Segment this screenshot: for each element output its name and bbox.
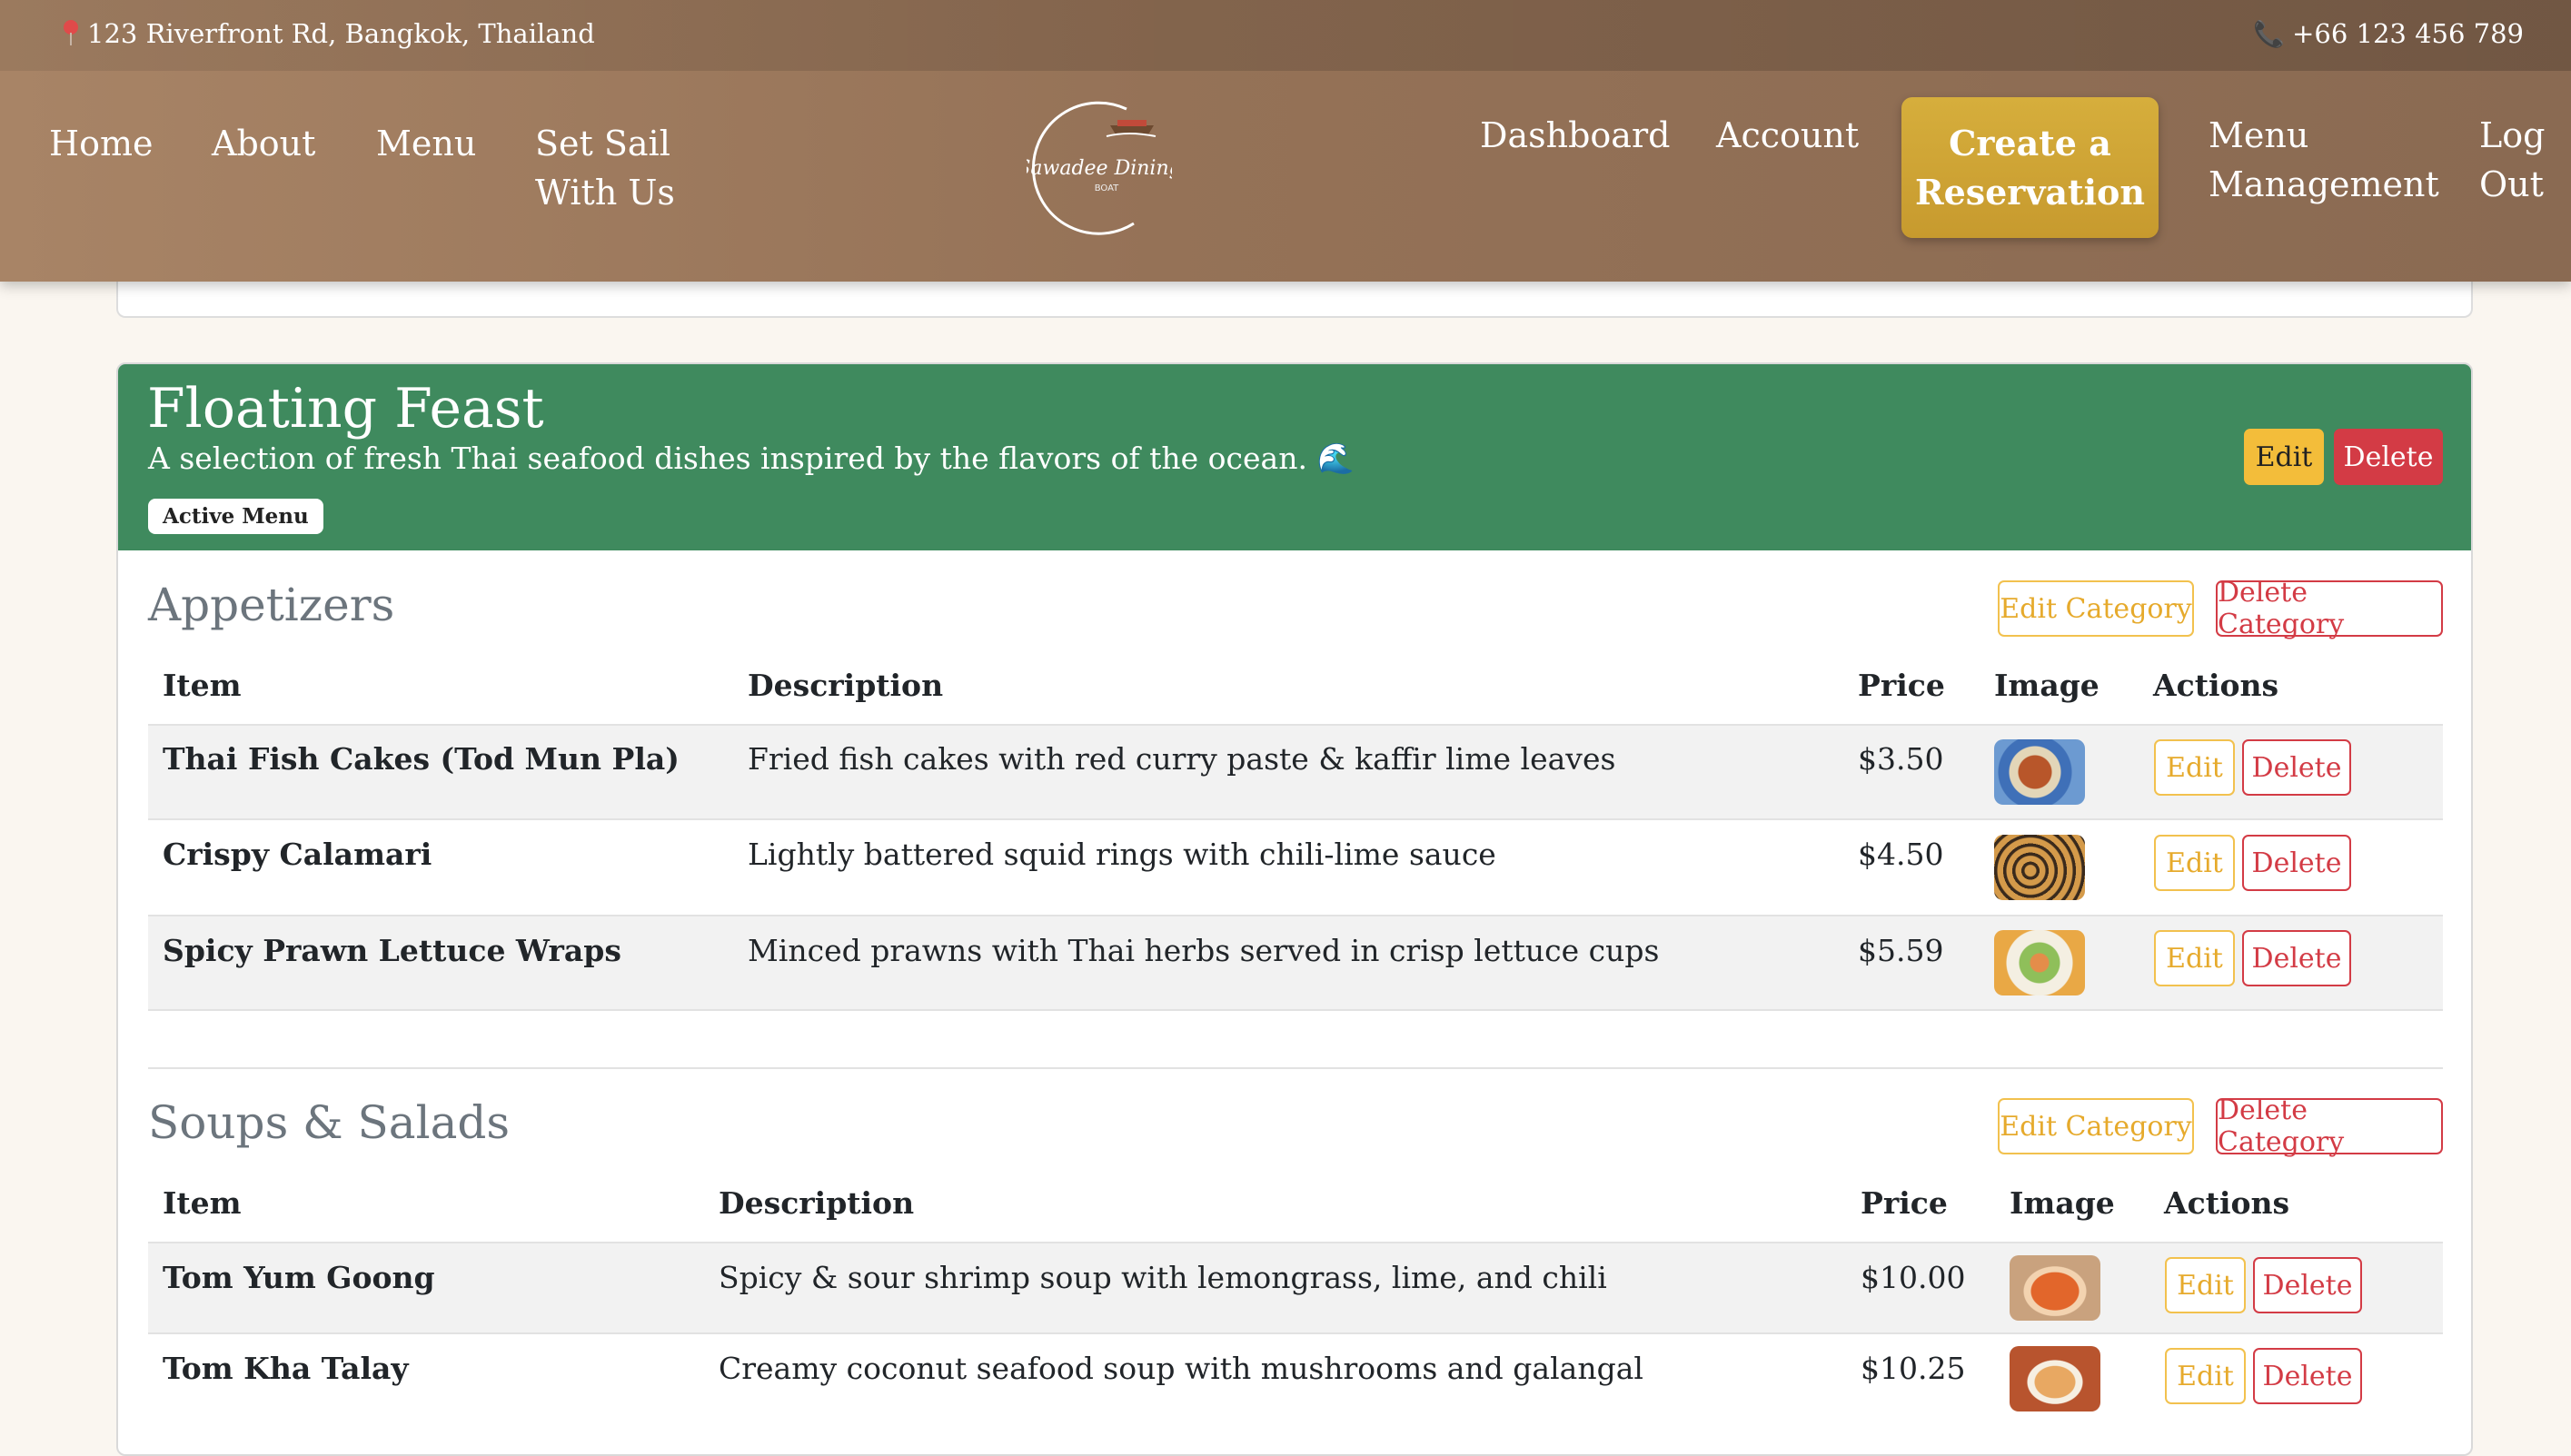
logo-text: Sawadee Dining (1027, 157, 1172, 180)
item-image (1994, 739, 2085, 805)
column-header-item: Item (163, 1185, 242, 1221)
column-header-image: Image (2010, 1185, 2115, 1221)
create-reservation-label: Create a Reservation (1914, 122, 2145, 213)
map-pin-icon (62, 20, 80, 47)
menu-header: Floating Feast A selection of fresh Thai… (118, 364, 2471, 550)
item-description: Spicy & sour shrimp soup with lemongrass… (719, 1260, 1607, 1295)
edit-item-button[interactable]: Edit (2154, 739, 2235, 796)
delete-item-button[interactable]: Delete (2242, 930, 2351, 986)
item-price: $10.00 (1861, 1260, 1966, 1295)
menu-title: Floating Feast (147, 377, 544, 441)
category-title: Appetizers (148, 579, 395, 631)
edit-menu-button[interactable]: Edit (2244, 429, 2324, 485)
phone-icon: 📞 (2253, 18, 2286, 49)
nav-menu-management[interactable]: Menu Management (2209, 111, 2445, 209)
nav-about[interactable]: About (212, 119, 315, 168)
active-menu-badge: Active Menu (148, 499, 323, 534)
delete-item-button[interactable]: Delete (2242, 835, 2351, 891)
item-description: Creamy coconut seafood soup with mushroo… (719, 1351, 1643, 1386)
category-title: Soups & Salads (148, 1096, 511, 1149)
nav-set-sail[interactable]: Set Sail With Us (535, 119, 762, 217)
logo-subtext: BOAT (1095, 183, 1119, 193)
item-description: Minced prawns with Thai herbs served in … (748, 933, 1660, 968)
item-image (1994, 835, 2085, 900)
edit-category-button[interactable]: Edit Category (1998, 1098, 2194, 1154)
menu-description: A selection of fresh Thai seafood dishes… (148, 441, 1355, 476)
edit-item-button[interactable]: Edit (2165, 1348, 2246, 1404)
column-header-price: Price (1858, 668, 1945, 703)
logo[interactable]: Sawadee Dining BOAT (1017, 98, 1182, 238)
delete-menu-button[interactable]: Delete (2334, 429, 2443, 485)
edit-item-button[interactable]: Edit (2154, 835, 2235, 891)
logo-emblem: Sawadee Dining BOAT (1017, 101, 1182, 235)
delete-item-button[interactable]: Delete (2253, 1348, 2362, 1404)
phone-info[interactable]: 📞 +66 123 456 789 (2253, 18, 2524, 49)
edit-item-button[interactable]: Edit (2154, 930, 2235, 986)
item-price: $4.50 (1858, 837, 1944, 872)
column-header-actions: Actions (2153, 668, 2279, 703)
column-header-price: Price (1861, 1185, 1948, 1221)
delete-category-button[interactable]: Delete Category (2216, 1094, 2443, 1158)
address-info: 123 Riverfront Rd, Bangkok, Thailand (62, 18, 595, 49)
nav-dashboard[interactable]: Dashboard (1480, 111, 1670, 160)
item-description: Fried fish cakes with red curry paste & … (748, 741, 1616, 777)
create-reservation-button[interactable]: Create a Reservation (1901, 97, 2159, 238)
item-name: Spicy Prawn Lettuce Wraps (163, 933, 621, 968)
item-price: $3.50 (1858, 741, 1944, 777)
item-name: Tom Yum Goong (163, 1260, 435, 1295)
nav-account[interactable]: Account (1716, 111, 1859, 160)
column-header-actions: Actions (2164, 1185, 2290, 1221)
item-description: Lightly battered squid rings with chili-… (748, 837, 1496, 872)
delete-item-button[interactable]: Delete (2242, 739, 2351, 796)
category-divider (148, 1067, 2443, 1069)
menu-card: Floating Feast A selection of fresh Thai… (116, 362, 2473, 1456)
column-header-item: Item (163, 668, 242, 703)
delete-item-button[interactable]: Delete (2253, 1257, 2362, 1313)
item-name: Thai Fish Cakes (Tod Mun Pla) (163, 741, 680, 777)
column-header-image: Image (1994, 668, 2099, 703)
edit-category-button[interactable]: Edit Category (1998, 580, 2194, 637)
nav-log-out[interactable]: Log Out (2479, 111, 2552, 209)
item-price: $10.25 (1861, 1351, 1966, 1386)
item-image (1994, 930, 2085, 995)
nav-home[interactable]: Home (49, 119, 154, 168)
item-name: Tom Kha Talay (163, 1351, 409, 1386)
delete-category-button[interactable]: Delete Category (2216, 577, 2443, 640)
item-name: Crispy Calamari (163, 837, 432, 872)
site-header: 123 Riverfront Rd, Bangkok, Thailand 📞 +… (0, 0, 2571, 282)
top-bar: 123 Riverfront Rd, Bangkok, Thailand 📞 +… (0, 0, 2571, 71)
item-image (2010, 1255, 2100, 1321)
column-header-description: Description (719, 1185, 915, 1221)
column-header-description: Description (748, 668, 944, 703)
phone-text: +66 123 456 789 (2292, 18, 2524, 49)
nav-menu[interactable]: Menu (376, 119, 476, 168)
item-price: $5.59 (1858, 933, 1944, 968)
item-image (2010, 1346, 2100, 1411)
edit-item-button[interactable]: Edit (2165, 1257, 2246, 1313)
address-text: 123 Riverfront Rd, Bangkok, Thailand (87, 18, 595, 49)
